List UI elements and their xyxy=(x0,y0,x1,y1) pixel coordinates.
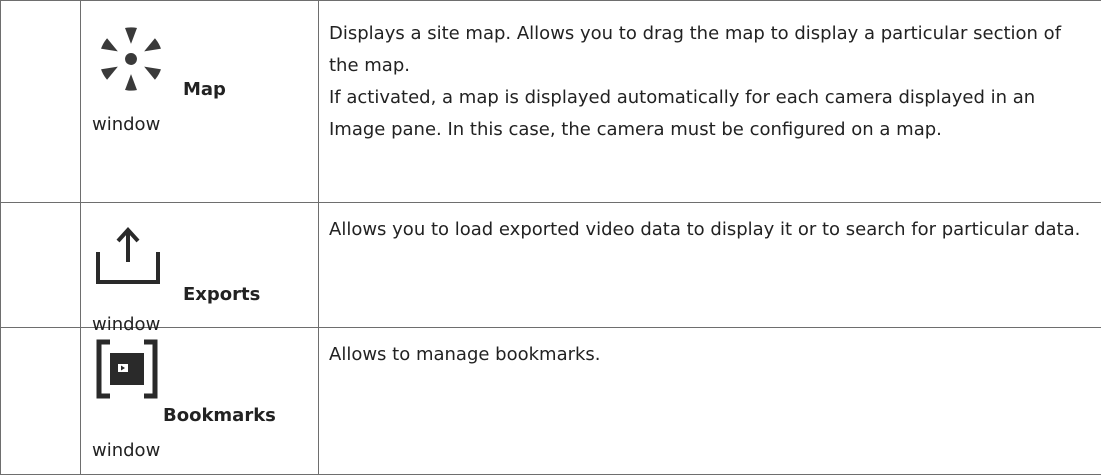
table-border-left xyxy=(0,0,1,475)
description-paragraph: Allows you to load exported video data t… xyxy=(329,219,1081,240)
description-paragraph: If activated, a map is displayed automat… xyxy=(329,87,1036,140)
bookmark-frame-icon xyxy=(96,339,158,399)
feature-table: Map window Displays a site map. Allows y… xyxy=(0,0,1101,475)
item-name: Exports xyxy=(183,284,261,305)
item-suffix: window xyxy=(92,114,161,135)
row-divider xyxy=(0,327,1101,328)
item-name: Map xyxy=(183,79,226,100)
item-description: Allows to manage bookmarks. xyxy=(329,339,1094,371)
item-suffix: window xyxy=(92,440,161,461)
description-paragraph: Allows to manage bookmarks. xyxy=(329,344,601,365)
description-paragraph: Displays a site map. Allows you to drag … xyxy=(329,23,1062,76)
item-name: Bookmarks xyxy=(163,405,276,426)
column-divider xyxy=(80,0,81,475)
compass-star-icon xyxy=(99,27,163,91)
item-description: Displays a site map. Allows you to drag … xyxy=(329,18,1094,146)
column-divider xyxy=(318,0,319,475)
item-suffix: window xyxy=(92,314,161,335)
row-divider xyxy=(0,202,1101,203)
item-description: Allows you to load exported video data t… xyxy=(329,214,1094,246)
export-upload-icon xyxy=(96,227,160,284)
table-border-top xyxy=(0,0,1101,1)
